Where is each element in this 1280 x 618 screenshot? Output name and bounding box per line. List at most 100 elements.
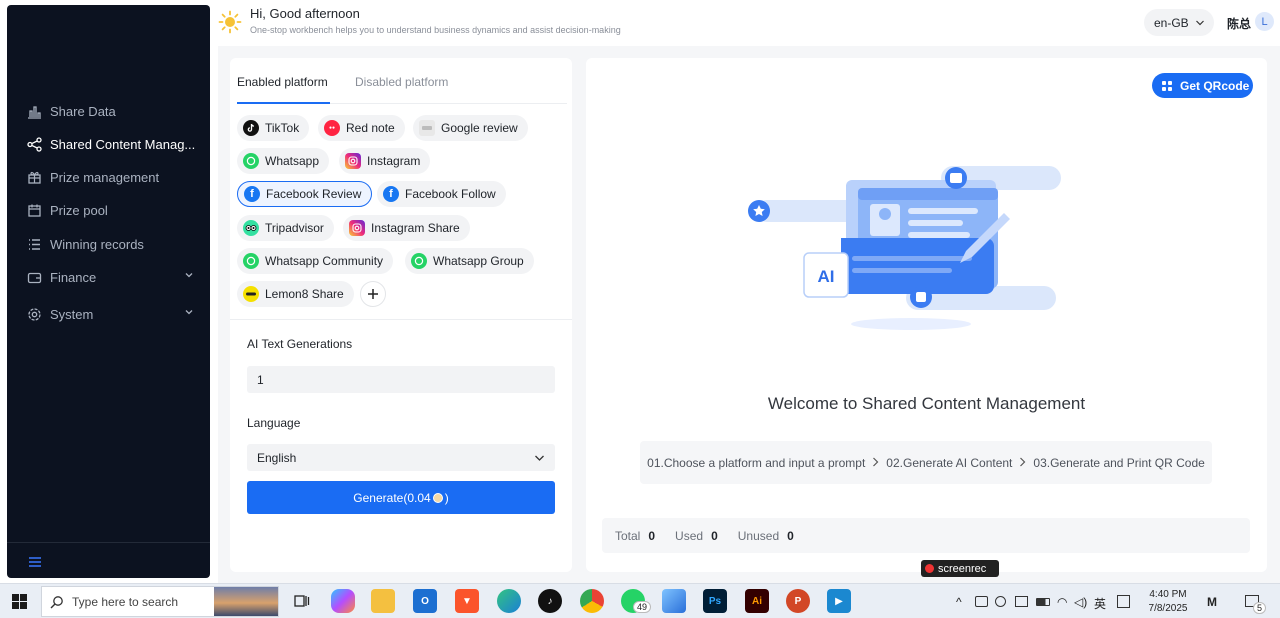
edge-browser-icon[interactable] [497, 589, 521, 613]
clock-date: 7/8/2025 [1148, 603, 1188, 614]
sidebar-item-label: Shared Content Manag... [50, 136, 196, 152]
keyboard-layout-icon[interactable] [1117, 595, 1130, 608]
platform-chip-facebook-review[interactable]: f Facebook Review [237, 181, 373, 207]
plus-icon [368, 289, 378, 299]
platform-chip-whatsapp[interactable]: Whatsapp [237, 148, 330, 174]
ai-generations-input[interactable]: 1 [247, 366, 555, 393]
screenrec-label: screenrec [938, 562, 987, 575]
sidebar-item-label: Prize management [50, 169, 160, 185]
get-qrcode-button[interactable]: Get QRcode [1152, 73, 1253, 98]
platform-chip-lemon8-share[interactable]: Lemon8 Share [237, 281, 354, 307]
avatar[interactable]: L [1255, 12, 1274, 31]
windows-start-icon[interactable] [12, 594, 27, 609]
stat-used-value: 0 [711, 528, 718, 543]
stat-used-label: Used [675, 528, 704, 543]
calendar-icon [25, 201, 43, 219]
tiktok-app-icon[interactable]: ♪ [538, 589, 562, 613]
powerpoint-icon[interactable]: P [786, 589, 810, 613]
battery-icon[interactable] [1036, 598, 1050, 606]
widget-icon[interactable]: M [1207, 595, 1217, 609]
volume-icon[interactable]: ◁) [1074, 595, 1087, 609]
sidebar-item-shared-content[interactable]: Shared Content Manag... [7, 129, 210, 159]
whatsapp-icon [243, 153, 259, 169]
platform-chip-instagram[interactable]: Instagram [339, 148, 431, 174]
tray-app-icon[interactable] [995, 596, 1006, 607]
whatsapp-badge: 49 [633, 601, 652, 613]
step-2: 02.Generate AI Content [886, 455, 1013, 470]
copilot-icon[interactable] [331, 589, 355, 613]
language-select[interactable]: English [247, 444, 555, 471]
illustrator-icon[interactable]: Ai [745, 589, 769, 613]
panel-divider [230, 319, 572, 320]
sidebar-item-system[interactable]: System [7, 299, 210, 329]
tab-disabled-platform[interactable]: Disabled platform [355, 75, 448, 89]
coin-icon [432, 492, 443, 503]
ai-generations-label: AI Text Generations [247, 337, 353, 351]
sidebar-item-label: Share Data [50, 103, 116, 119]
platform-chip-tripadvisor[interactable]: Tripadvisor [237, 215, 334, 241]
whatsapp-icon [411, 253, 427, 269]
outlook-icon[interactable]: O [413, 589, 437, 613]
sidebar-item-label: System [50, 306, 94, 322]
sidebar-item-prize-management[interactable]: Prize management [7, 162, 210, 192]
platform-chip-red-note[interactable]: ●● Red note [318, 115, 405, 141]
bar-chart-icon [25, 102, 43, 120]
instagram-icon [349, 220, 365, 236]
media-player-icon[interactable]: ▶ [827, 589, 851, 613]
language-label: en-GB [1154, 15, 1189, 30]
input-method-indicator[interactable]: 英 [1094, 595, 1106, 612]
red-note-icon: ●● [324, 120, 340, 136]
wallet-icon [25, 268, 43, 286]
sidebar-item-finance[interactable]: Finance [7, 262, 210, 292]
sidebar-item-label: Winning records [50, 236, 144, 252]
chrome-browser-icon[interactable] [580, 589, 604, 613]
brave-browser-icon[interactable]: ▼ [455, 589, 479, 613]
whatsapp-icon [243, 253, 259, 269]
language-field-label: Language [247, 416, 301, 430]
add-platform-button[interactable] [360, 281, 386, 307]
language-switcher[interactable]: en-GB [1144, 9, 1214, 36]
sidebar-item-share-data[interactable]: Share Data [7, 96, 210, 126]
taskbar-search-input[interactable]: Type here to search [41, 586, 279, 617]
user-name[interactable]: 陈总 [1227, 15, 1251, 32]
menu-toggle-icon[interactable] [27, 555, 43, 569]
platform-chip-whatsapp-group[interactable]: Whatsapp Group [405, 248, 534, 274]
wifi-icon[interactable]: ◠ [1057, 595, 1067, 609]
capture-icon[interactable] [1015, 596, 1028, 607]
generate-button[interactable]: Generate(0.04 ) [247, 481, 555, 514]
app-icon[interactable] [662, 589, 686, 613]
platform-chip-facebook-follow[interactable]: f Facebook Follow [377, 181, 506, 207]
greeting-title: Hi, Good afternoon [250, 6, 360, 21]
platform-label: Whatsapp Group [433, 254, 524, 268]
sidebar-item-prize-pool[interactable]: Prize pool [7, 195, 210, 225]
taskbar-clock[interactable]: 4:40 PM 7/8/2025 [1140, 588, 1196, 616]
ai-illustration-text: AI [818, 267, 835, 286]
greeting-subtitle: One-stop workbench helps you to understa… [250, 25, 621, 35]
sidebar-divider [7, 542, 210, 543]
platform-chip-tiktok[interactable]: TikTok [237, 115, 310, 141]
task-view-icon[interactable] [290, 589, 314, 613]
screenrec-overlay[interactable]: screenrec [921, 560, 999, 577]
grid-icon [1162, 80, 1172, 91]
stats-bar: Total 0 Used 0 Unused 0 [602, 518, 1250, 553]
chevron-down-icon [535, 455, 544, 461]
platform-chip-whatsapp-community[interactable]: Whatsapp Community [237, 248, 394, 274]
clock-time: 4:40 PM [1149, 589, 1187, 600]
platform-label: Facebook Follow [405, 187, 496, 201]
list-icon [25, 235, 43, 253]
sidebar: Share Data Shared Content Manag... Prize… [7, 5, 210, 578]
platform-chip-google-review[interactable]: Google review [413, 115, 528, 141]
phone-link-icon[interactable] [975, 596, 988, 607]
platform-chip-instagram-share[interactable]: Instagram Share [343, 215, 470, 241]
tray-chevron-up-icon[interactable]: ^ [956, 595, 962, 609]
platform-panel: Enabled platform Disabled platform TikTo… [230, 58, 572, 572]
sun-icon [218, 10, 242, 34]
platform-label: Instagram [367, 154, 421, 168]
platform-label: Red note [346, 121, 395, 135]
photoshop-icon[interactable]: Ps [703, 589, 727, 613]
sidebar-item-winning-records[interactable]: Winning records [7, 229, 210, 259]
google-review-icon [419, 120, 435, 136]
file-explorer-icon[interactable] [371, 589, 395, 613]
tab-enabled-platform[interactable]: Enabled platform [237, 75, 328, 89]
chevron-down-icon [1196, 20, 1204, 26]
